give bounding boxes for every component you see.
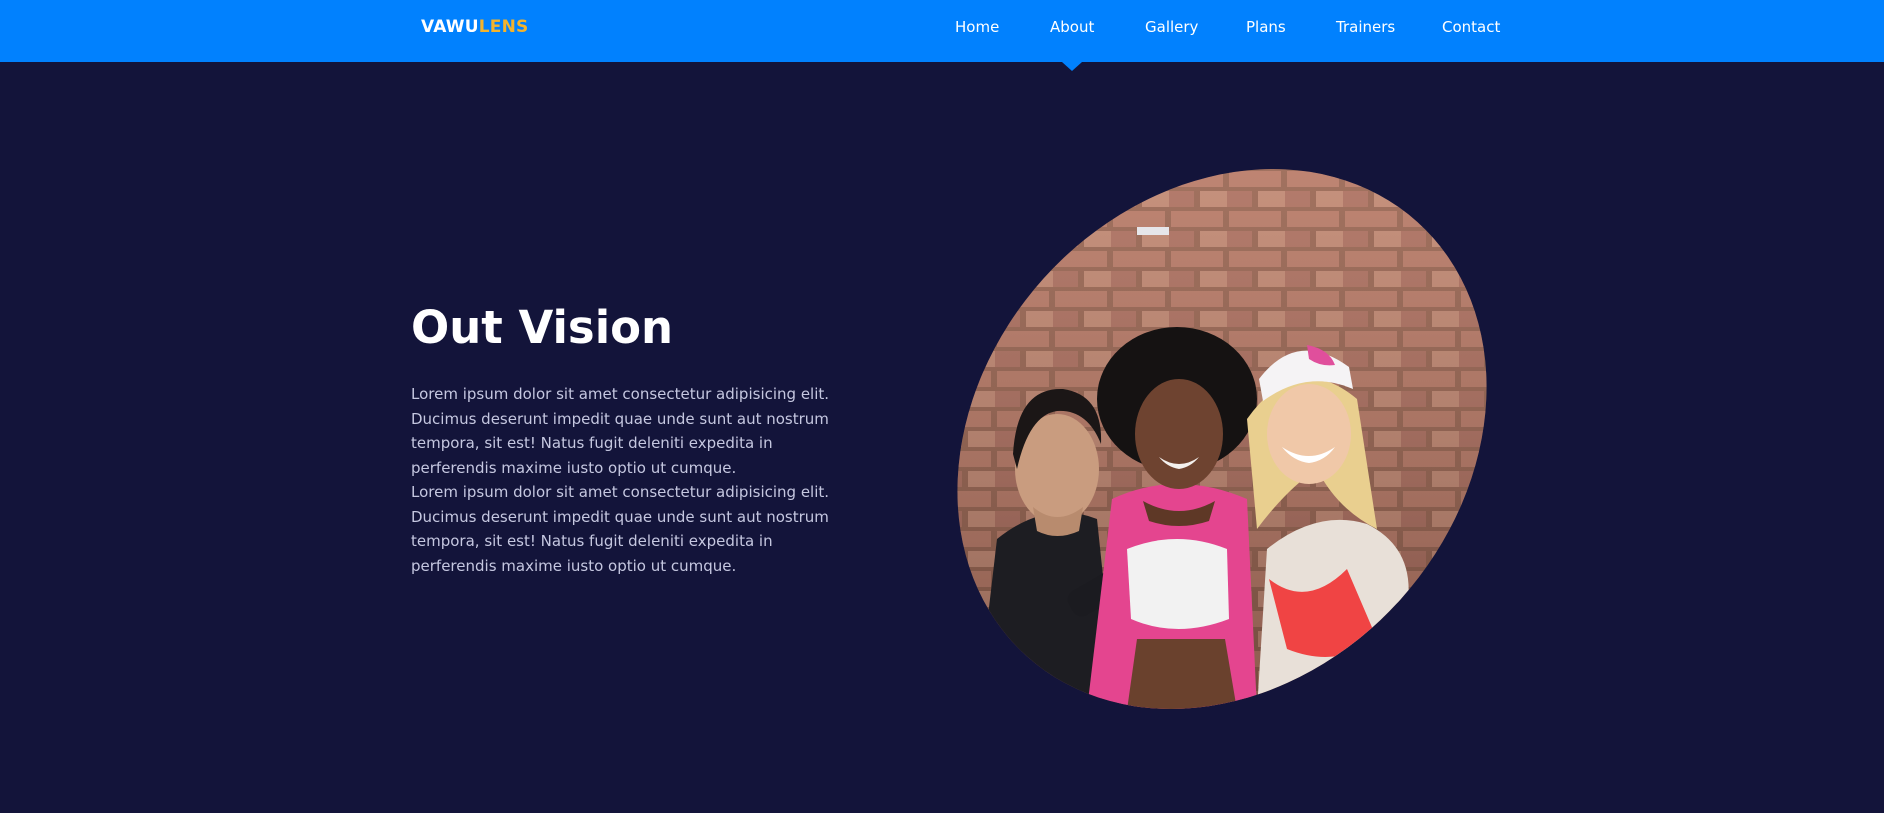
about-paragraph: Lorem ipsum dolor sit amet consectetur a… — [411, 483, 830, 575]
nav-link-gallery[interactable]: Gallery — [1145, 17, 1198, 37]
person-middle — [1087, 327, 1257, 710]
top-navbar: VAWULENS Home About Gallery Plans Traine… — [0, 0, 1884, 62]
nav-link-about[interactable]: About — [1050, 17, 1094, 37]
team-photo — [937, 169, 1507, 710]
nav-link-contact[interactable]: Contact — [1442, 17, 1500, 37]
nav-link-home[interactable]: Home — [955, 17, 999, 37]
main-nav: Home About Gallery Plans Trainers Contac… — [0, 17, 1884, 37]
nav-link-plans[interactable]: Plans — [1246, 17, 1286, 37]
nav-link-trainers[interactable]: Trainers — [1336, 17, 1395, 37]
about-paragraph: Lorem ipsum dolor sit amet consectetur a… — [411, 385, 830, 477]
section-title: Out Vision — [411, 301, 674, 354]
active-nav-indicator — [1062, 62, 1082, 71]
